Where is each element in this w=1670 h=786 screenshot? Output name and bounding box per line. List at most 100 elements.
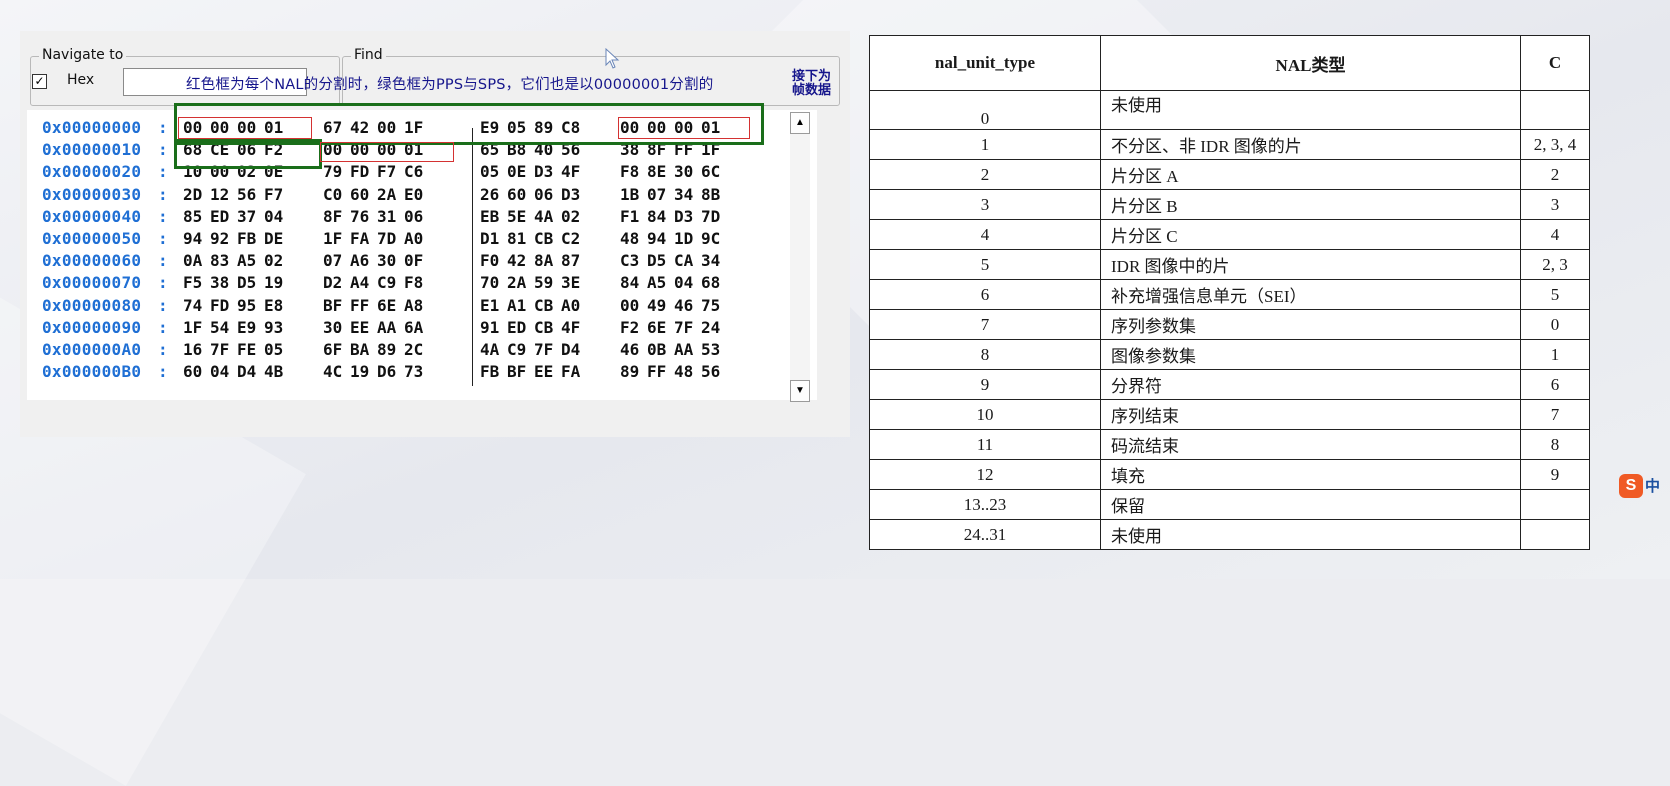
scroll-up-arrow-icon[interactable]: ▲ — [790, 112, 810, 134]
hex-byte[interactable]: 94 — [183, 229, 202, 248]
hex-byte[interactable]: 1D — [674, 229, 693, 248]
hex-byte[interactable]: BA — [350, 340, 369, 359]
hex-byte[interactable]: 9C — [701, 229, 720, 248]
hex-byte[interactable]: A5 — [237, 251, 256, 270]
hex-byte[interactable]: FD — [210, 296, 229, 315]
ime-logo-icon[interactable]: S — [1619, 474, 1643, 498]
hex-byte[interactable]: 26 — [480, 185, 499, 204]
hex-byte[interactable]: 06 — [534, 185, 553, 204]
hex-byte[interactable]: E1 — [480, 296, 499, 315]
hex-byte[interactable]: 1B — [620, 185, 639, 204]
hex-byte[interactable]: 04 — [264, 207, 283, 226]
hex-byte[interactable]: 54 — [210, 318, 229, 337]
hex-byte[interactable]: 6E — [377, 296, 396, 315]
hex-byte[interactable]: 56 — [237, 185, 256, 204]
hex-byte[interactable]: 76 — [350, 207, 369, 226]
hex-byte[interactable]: 7F — [674, 318, 693, 337]
hex-byte[interactable]: 0B — [647, 340, 666, 359]
vertical-scrollbar[interactable] — [790, 112, 810, 402]
hex-byte[interactable]: 83 — [210, 251, 229, 270]
hex-byte[interactable]: 7D — [701, 207, 720, 226]
hex-byte[interactable]: 06 — [404, 207, 423, 226]
hex-byte[interactable]: 60 — [350, 185, 369, 204]
hex-byte[interactable]: 4A — [534, 207, 553, 226]
hex-byte[interactable]: FF — [350, 296, 369, 315]
hex-byte[interactable]: 56 — [701, 362, 720, 381]
hex-byte[interactable]: 02 — [561, 207, 580, 226]
hex-byte[interactable]: 5E — [507, 207, 526, 226]
hex-byte[interactable]: FA — [350, 229, 369, 248]
hex-byte[interactable]: 7F — [210, 340, 229, 359]
hex-byte[interactable]: 4C — [323, 362, 342, 381]
hex-byte[interactable]: 46 — [620, 340, 639, 359]
hex-byte[interactable]: 8E — [647, 162, 666, 181]
hex-byte[interactable]: 8F — [323, 207, 342, 226]
hex-byte[interactable]: AA — [674, 340, 693, 359]
hex-byte[interactable]: 07 — [647, 185, 666, 204]
hex-byte[interactable]: 02 — [264, 251, 283, 270]
hex-byte[interactable]: FD — [350, 162, 369, 181]
hex-byte[interactable]: CB — [534, 229, 553, 248]
hex-byte[interactable]: 0F — [404, 251, 423, 270]
hex-byte[interactable]: 48 — [620, 229, 639, 248]
hex-byte[interactable]: 3E — [561, 273, 580, 292]
hex-byte[interactable]: FF — [647, 362, 666, 381]
hex-byte[interactable]: C3 — [620, 251, 639, 270]
hex-byte[interactable]: 0E — [507, 162, 526, 181]
hex-byte[interactable]: D5 — [237, 273, 256, 292]
hex-byte[interactable]: D3 — [674, 207, 693, 226]
hex-byte[interactable]: 4B — [264, 362, 283, 381]
hex-byte[interactable]: 1F — [183, 318, 202, 337]
hex-byte[interactable]: 73 — [404, 362, 423, 381]
hex-byte[interactable]: 6A — [404, 318, 423, 337]
hex-byte[interactable]: 31 — [377, 207, 396, 226]
hex-byte[interactable]: F8 — [620, 162, 639, 181]
hex-byte[interactable]: FB — [480, 362, 499, 381]
hex-byte[interactable]: D1 — [480, 229, 499, 248]
hex-byte[interactable]: FB — [237, 229, 256, 248]
hex-byte[interactable]: 85 — [183, 207, 202, 226]
hex-byte[interactable]: 60 — [507, 185, 526, 204]
hex-byte[interactable]: BF — [323, 296, 342, 315]
hex-byte[interactable]: EE — [350, 318, 369, 337]
hex-byte[interactable]: 79 — [323, 162, 342, 181]
hex-byte[interactable]: 4F — [561, 162, 580, 181]
hex-byte[interactable]: C9 — [507, 340, 526, 359]
hex-byte[interactable]: E0 — [404, 185, 423, 204]
hex-byte[interactable]: C6 — [404, 162, 423, 181]
hex-byte[interactable]: 38 — [210, 273, 229, 292]
hex-byte[interactable]: C0 — [323, 185, 342, 204]
hex-byte[interactable]: 84 — [647, 207, 666, 226]
hex-byte[interactable]: 68 — [701, 273, 720, 292]
hex-byte[interactable]: 75 — [701, 296, 720, 315]
hex-byte[interactable]: BF — [507, 362, 526, 381]
hex-byte[interactable]: A0 — [404, 229, 423, 248]
hex-byte[interactable]: D6 — [377, 362, 396, 381]
hex-byte[interactable]: 91 — [480, 318, 499, 337]
hex-byte[interactable]: A8 — [404, 296, 423, 315]
hex-byte[interactable]: CB — [534, 296, 553, 315]
hex-byte[interactable]: ED — [507, 318, 526, 337]
hex-byte[interactable]: 95 — [237, 296, 256, 315]
hex-byte[interactable]: D2 — [323, 273, 342, 292]
hex-byte[interactable]: 60 — [183, 362, 202, 381]
hex-byte[interactable]: D3 — [534, 162, 553, 181]
hex-byte[interactable]: 07 — [323, 251, 342, 270]
hex-byte[interactable]: 92 — [210, 229, 229, 248]
hex-byte[interactable]: AA — [377, 318, 396, 337]
hex-byte[interactable]: 8A — [534, 251, 553, 270]
hex-byte[interactable]: 2C — [404, 340, 423, 359]
hex-byte[interactable]: F7 — [264, 185, 283, 204]
hex-byte[interactable]: EB — [480, 207, 499, 226]
hex-byte[interactable]: 6F — [323, 340, 342, 359]
hex-byte[interactable]: 34 — [674, 185, 693, 204]
hex-byte[interactable]: 19 — [350, 362, 369, 381]
hex-byte[interactable]: 04 — [674, 273, 693, 292]
hex-byte[interactable]: 53 — [701, 340, 720, 359]
hex-byte[interactable]: F1 — [620, 207, 639, 226]
hex-byte[interactable]: F0 — [480, 251, 499, 270]
hex-byte[interactable]: F8 — [404, 273, 423, 292]
hex-byte[interactable]: 74 — [183, 296, 202, 315]
hex-byte[interactable]: ED — [210, 207, 229, 226]
hex-byte[interactable]: 04 — [210, 362, 229, 381]
